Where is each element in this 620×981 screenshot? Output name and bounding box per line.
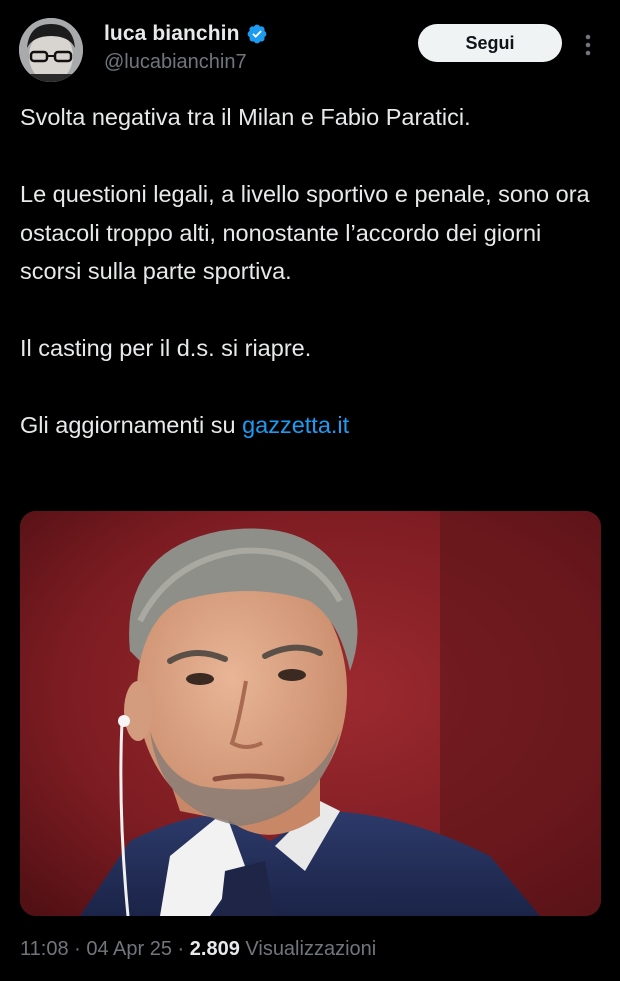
tweet-header: luca bianchin @lucabianchin7 Segui: [0, 0, 620, 96]
avatar-image: [19, 18, 83, 82]
views-count: 2.809: [189, 938, 240, 960]
tweet-paragraph-with-link: Gli aggiornamenti su gazzetta.it: [20, 406, 605, 445]
views-label: Visualizzazioni: [245, 938, 377, 960]
tweet-paragraph: Le questioni legali, a livello sportivo …: [20, 181, 590, 284]
tweet-meta: 11:08 · 04 Apr 25 · 2.809 Visualizzazion…: [20, 938, 376, 961]
follow-button[interactable]: Segui: [418, 24, 562, 62]
tweet-time[interactable]: 11:08: [20, 938, 69, 960]
avatar[interactable]: [19, 18, 83, 82]
tweet-paragraph: Svolta negativa tra il Milan e Fabio Par…: [20, 104, 471, 130]
tweet-photo[interactable]: [20, 511, 601, 916]
gazzetta-link[interactable]: gazzetta.it: [242, 412, 349, 438]
meta-separator: ·: [68, 938, 87, 960]
tweet-date[interactable]: 04 Apr 25: [86, 938, 172, 960]
tweet-text: Svolta negativa tra il Milan e Fabio Par…: [20, 98, 605, 445]
portrait-photo: [20, 511, 601, 916]
meta-separator: ·: [171, 938, 190, 960]
tweet-paragraph: Il casting per il d.s. si riapre.: [20, 335, 312, 361]
author-name-row: luca bianchin: [104, 22, 268, 46]
verified-badge-icon: [247, 24, 266, 44]
author-display-name[interactable]: luca bianchin: [104, 22, 240, 46]
more-vertical-icon[interactable]: [580, 30, 596, 60]
tweet-text-prefix: Gli aggiornamenti su: [20, 412, 243, 438]
author-handle[interactable]: @lucabianchin7: [104, 51, 247, 74]
